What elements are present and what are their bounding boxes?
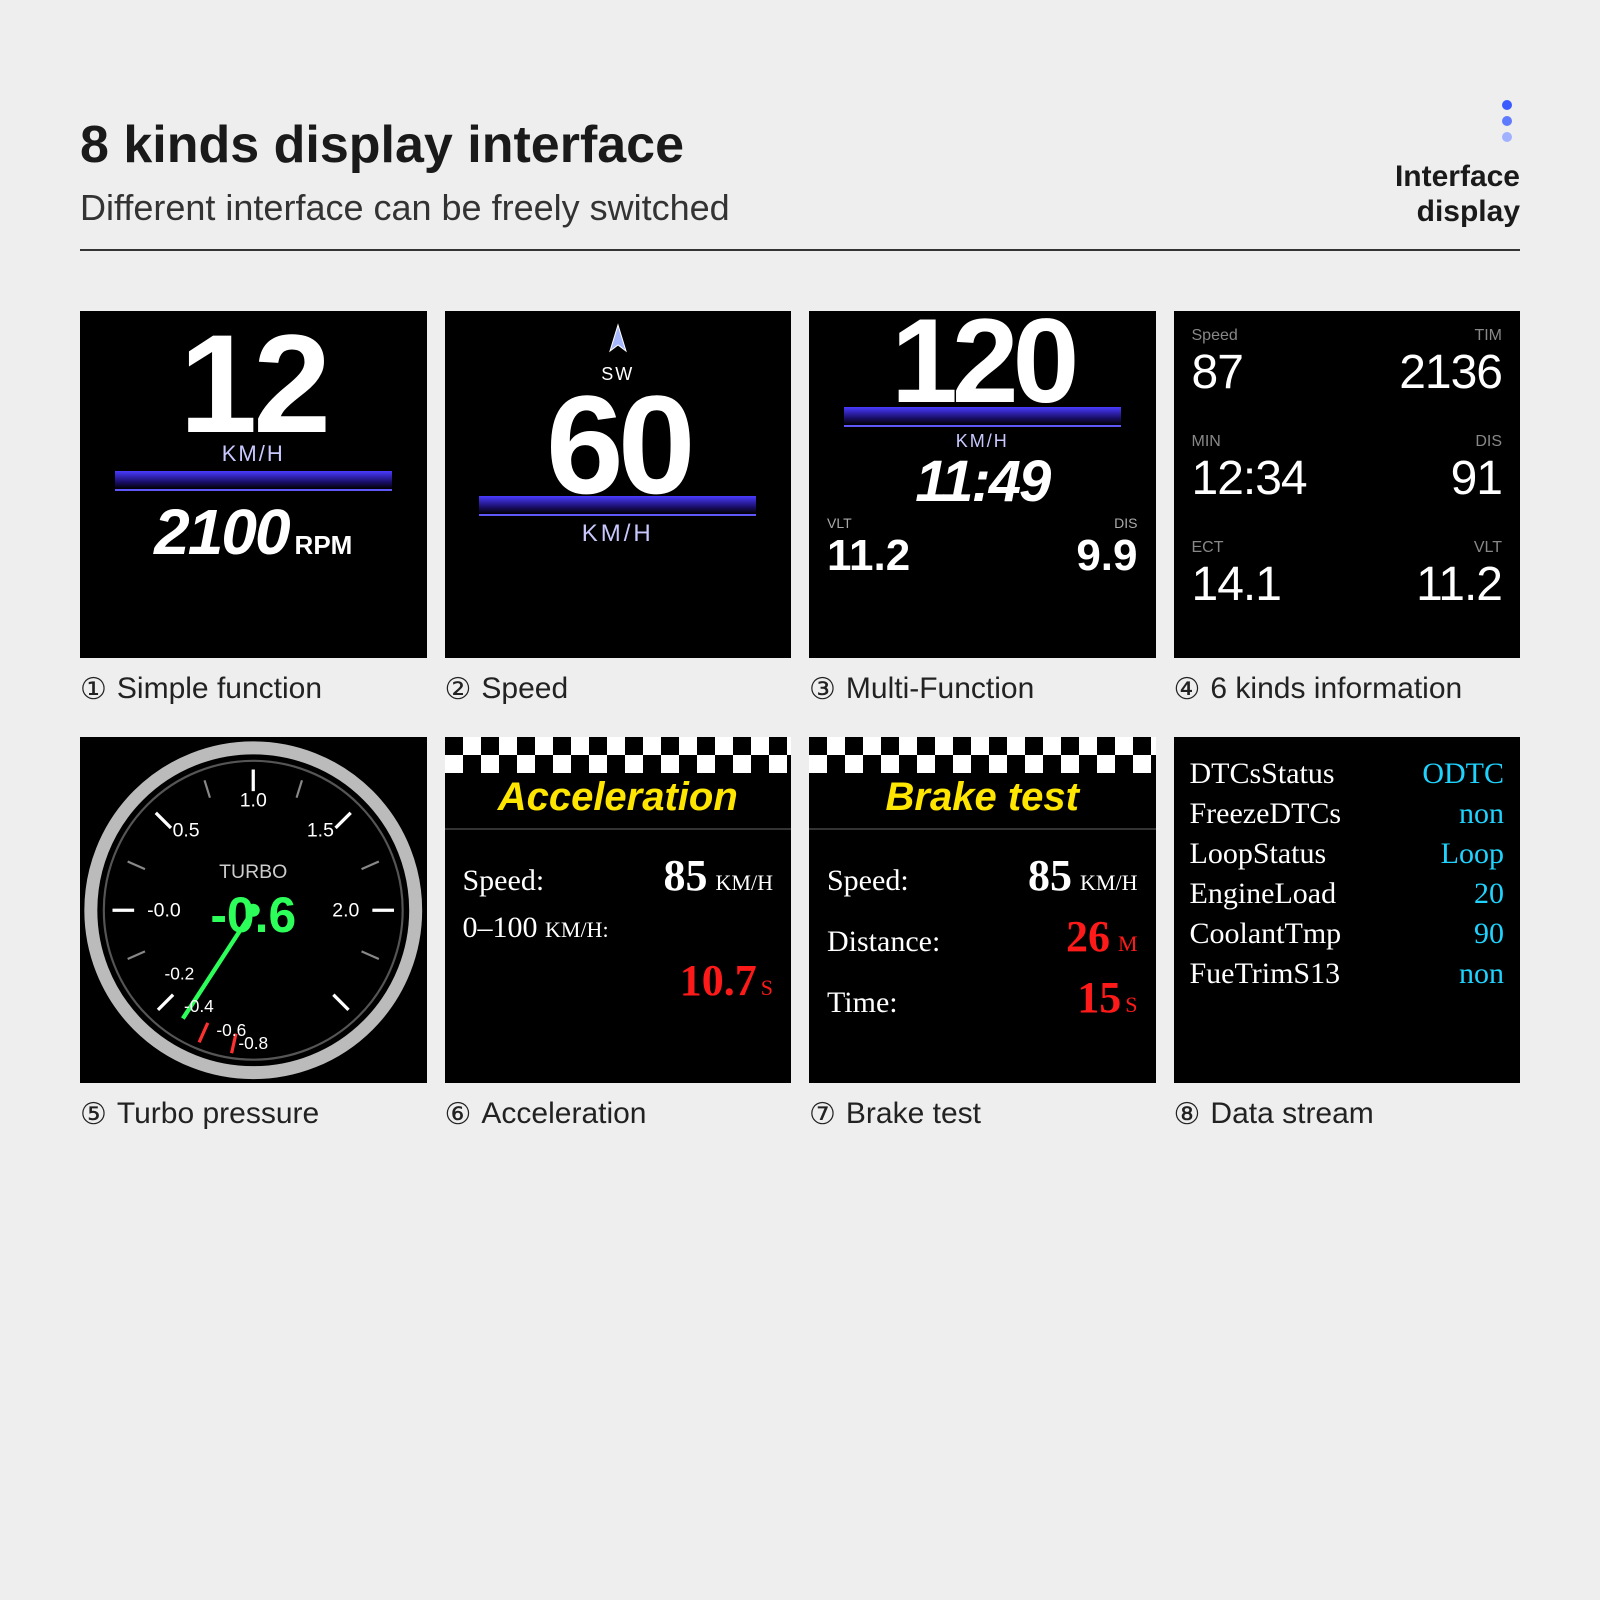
svg-text:TURBO: TURBO bbox=[219, 860, 287, 882]
accel-time-row: 10.7S bbox=[463, 955, 774, 1006]
time-value: 11:49 bbox=[809, 448, 1156, 515]
data-row: DTCsStatusODTC bbox=[1190, 757, 1505, 791]
screens-grid: 12 KM/H 2100 RPM ① Simple function SW 60… bbox=[80, 311, 1520, 1132]
checker-pattern bbox=[445, 737, 792, 773]
caption-number: ② bbox=[445, 672, 472, 707]
accel-body: Speed: 85 KM/H 0–100 KM/H: 10.7S bbox=[445, 830, 792, 1026]
svg-text:-0.2: -0.2 bbox=[164, 963, 194, 983]
rpm-unit: RPM bbox=[295, 530, 353, 561]
compass-icon bbox=[445, 323, 792, 368]
speed-unit: KM/H bbox=[80, 441, 427, 467]
data-row: CoolantTmp90 bbox=[1190, 917, 1505, 951]
caption-number: ⑧ bbox=[1174, 1097, 1201, 1132]
brake-distance-row: Distance: 26 M bbox=[827, 911, 1138, 962]
svg-text:0.5: 0.5 bbox=[173, 819, 200, 841]
caption-5: ⑤ Turbo pressure bbox=[80, 1097, 427, 1132]
dis-value: 9.9 bbox=[1076, 531, 1137, 581]
header-left: 8 kinds display interface Different inte… bbox=[80, 115, 730, 229]
caption-3: ③ Multi-Function bbox=[809, 672, 1156, 707]
screen-simple-function: 12 KM/H 2100 RPM bbox=[80, 311, 427, 658]
caption-6: ⑥ Acceleration bbox=[445, 1097, 792, 1132]
caption-text: Brake test bbox=[846, 1097, 981, 1131]
screen-acceleration: Acceleration Speed: 85 KM/H 0–100 KM/H: … bbox=[445, 737, 792, 1084]
cell-tim: TIM2136 bbox=[1352, 327, 1502, 429]
page-subtitle: Different interface can be freely switch… bbox=[80, 187, 730, 229]
caption-4: ④ 6 kinds information bbox=[1174, 672, 1521, 707]
header-right-label: Interface display bbox=[1395, 160, 1520, 229]
caption-number: ③ bbox=[809, 672, 836, 707]
purple-bar bbox=[115, 471, 392, 491]
screen-data-stream: DTCsStatusODTC FreezeDTCsnon LoopStatusL… bbox=[1174, 737, 1521, 1084]
vlt-value: 11.2 bbox=[827, 531, 910, 581]
brake-body: Speed: 85 KM/H Distance: 26 M Time: 15S bbox=[809, 830, 1156, 1043]
screen-brake-test: Brake test Speed: 85 KM/H Distance: 26 M… bbox=[809, 737, 1156, 1084]
cell-min: MIN12:34 bbox=[1192, 433, 1342, 535]
turbo-gauge-icon: 1.0 0.5 1.5 -0.0 2.0 -0.2 -0.4 -0.6 -0.8… bbox=[80, 737, 427, 1084]
caption-8: ⑧ Data stream bbox=[1174, 1097, 1521, 1132]
caption-7: ⑦ Brake test bbox=[809, 1097, 1156, 1132]
svg-text:1.0: 1.0 bbox=[240, 789, 267, 811]
screen-multi-function: 120 KM/H 11:49 VLT 11.2 DIS 9.9 bbox=[809, 311, 1156, 658]
bottom-row: VLT 11.2 DIS 9.9 bbox=[809, 515, 1156, 581]
screen-speed: SW 60 KM/H bbox=[445, 311, 792, 658]
caption-number: ⑥ bbox=[445, 1097, 472, 1132]
svg-text:2.0: 2.0 bbox=[332, 899, 359, 921]
caption-number: ④ bbox=[1174, 672, 1201, 707]
svg-text:-0.4: -0.4 bbox=[184, 996, 214, 1016]
header: 8 kinds display interface Different inte… bbox=[80, 100, 1520, 229]
data-row: FueTrimS13non bbox=[1190, 957, 1505, 991]
brake-time-row: Time: 15S bbox=[827, 972, 1138, 1023]
header-right: Interface display bbox=[1395, 100, 1520, 229]
caption-number: ① bbox=[80, 672, 107, 707]
rpm-value: 2100 bbox=[154, 495, 288, 569]
caption-number: ⑤ bbox=[80, 1097, 107, 1132]
caption-text: Speed bbox=[481, 672, 568, 706]
svg-text:-0.6: -0.6 bbox=[210, 886, 296, 942]
speed-value: 120 bbox=[809, 311, 1156, 409]
cell-speed: Speed87 bbox=[1192, 327, 1342, 429]
caption-1: ① Simple function bbox=[80, 672, 427, 707]
brake-speed-row: Speed: 85 KM/H bbox=[827, 850, 1138, 901]
brake-title: Brake test bbox=[809, 773, 1156, 830]
dis-col: DIS 9.9 bbox=[1076, 515, 1137, 581]
data-row: FreezeDTCsnon bbox=[1190, 797, 1505, 831]
caption-text: Turbo pressure bbox=[117, 1097, 319, 1131]
divider bbox=[80, 249, 1520, 251]
checker-pattern bbox=[809, 737, 1156, 773]
svg-text:-0.8: -0.8 bbox=[238, 1032, 268, 1052]
accel-speed-row: Speed: 85 KM/H bbox=[463, 850, 774, 901]
decorative-dots-icon bbox=[1395, 100, 1520, 142]
cell-vlt: VLT11.2 bbox=[1352, 539, 1502, 641]
caption-text: Acceleration bbox=[481, 1097, 646, 1131]
speed-value: 12 bbox=[80, 311, 427, 447]
svg-text:1.5: 1.5 bbox=[307, 819, 334, 841]
cell-ect: ECT14.1 bbox=[1192, 539, 1342, 641]
accel-range-row: 0–100 KM/H: bbox=[463, 911, 774, 945]
speed-value: 60 bbox=[445, 385, 792, 504]
screen-six-kinds: Speed87 TIM2136 MIN12:34 DIS91 ECT14.1 V… bbox=[1174, 311, 1521, 658]
dis-label: DIS bbox=[1114, 515, 1137, 531]
speed-unit: KM/H bbox=[445, 520, 792, 548]
rpm-row: 2100 RPM bbox=[80, 495, 427, 569]
vlt-col: VLT 11.2 bbox=[827, 515, 910, 581]
caption-text: Multi-Function bbox=[846, 672, 1034, 706]
cell-dis: DIS91 bbox=[1352, 433, 1502, 535]
caption-number: ⑦ bbox=[809, 1097, 836, 1132]
caption-text: 6 kinds information bbox=[1210, 672, 1462, 706]
svg-text:-0.0: -0.0 bbox=[147, 899, 181, 921]
caption-text: Simple function bbox=[117, 672, 322, 706]
caption-2: ② Speed bbox=[445, 672, 792, 707]
page-title: 8 kinds display interface bbox=[80, 115, 730, 175]
accel-title: Acceleration bbox=[445, 773, 792, 830]
caption-text: Data stream bbox=[1210, 1097, 1373, 1131]
data-row: EngineLoad20 bbox=[1190, 877, 1505, 911]
vlt-label: VLT bbox=[827, 515, 852, 531]
screen-turbo-pressure: 1.0 0.5 1.5 -0.0 2.0 -0.2 -0.4 -0.6 -0.8… bbox=[80, 737, 427, 1084]
data-row: LoopStatusLoop bbox=[1190, 837, 1505, 871]
